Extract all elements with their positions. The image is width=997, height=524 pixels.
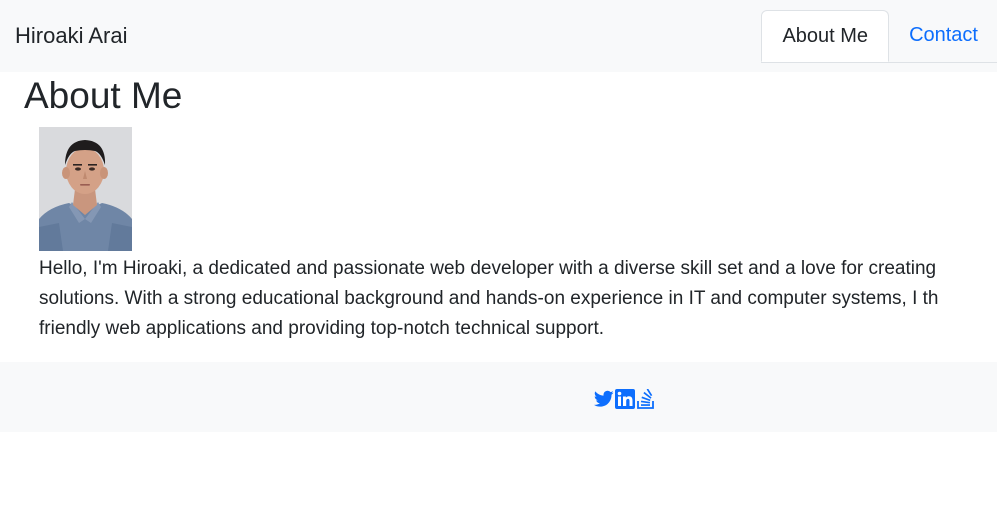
bio-line: friendly web applications and providing … — [39, 318, 605, 339]
tab-about-me[interactable]: About Me — [761, 10, 890, 62]
footer — [0, 362, 997, 432]
bio-line: solutions. With a strong educational bac… — [39, 288, 939, 309]
bio-text: Hello, I'm Hiroaki, a dedicated and pass… — [39, 254, 997, 344]
navbar: Hiroaki Arai About Me Contact — [0, 0, 997, 72]
brand-name[interactable]: Hiroaki Arai — [15, 22, 127, 50]
social-links — [594, 388, 656, 410]
bio-line: Hello, I'm Hiroaki, a dedicated and pass… — [39, 258, 937, 279]
linkedin-icon[interactable] — [615, 388, 635, 410]
nav-tabs: About Me Contact — [761, 10, 997, 63]
twitter-icon[interactable] — [594, 388, 614, 410]
page-title: About Me — [24, 75, 183, 116]
stack-overflow-icon[interactable] — [636, 388, 656, 410]
tab-contact[interactable]: Contact — [889, 10, 997, 61]
profile-photo — [39, 127, 132, 251]
